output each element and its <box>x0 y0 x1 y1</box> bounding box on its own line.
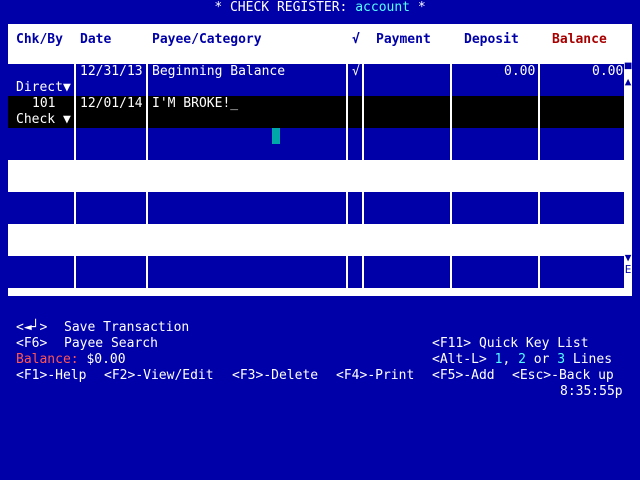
balance-display: Balance: $0.00 <box>16 352 126 368</box>
f2-view-edit-button[interactable]: <F2>-View/Edit <box>104 368 214 384</box>
row-date[interactable]: 12/01/14 <box>80 96 143 112</box>
register-scrollbar[interactable]: ▀ ▲ ▼ E <box>624 64 632 288</box>
quick-key-list[interactable]: <F11> Quick Key List <box>432 336 589 352</box>
row-date: 12/31/13 <box>80 64 143 79</box>
account-name: account <box>355 0 411 15</box>
f3-delete-button[interactable]: <F3>-Delete <box>232 368 318 384</box>
scroll-up-arrow-icon[interactable]: ▲ <box>624 76 632 88</box>
column-divider <box>362 26 364 288</box>
register-row-band <box>8 192 624 224</box>
line-count-key: <Alt-L> <box>432 352 487 367</box>
header-date: Date <box>80 32 112 47</box>
row-type-dropdown[interactable]: Check ▼ <box>16 112 71 128</box>
fkey-key: <F1> <box>16 368 48 383</box>
line-count-3[interactable]: 3 <box>557 352 565 367</box>
payee-search-key[interactable]: <F6> <box>16 336 47 352</box>
row-cleared-mark: √ <box>352 64 360 79</box>
register-row-band <box>8 256 624 288</box>
row-check-number[interactable]: 101 <box>32 96 55 112</box>
line-count-separator: or <box>525 352 558 367</box>
fkey-key: <F5> <box>432 368 464 383</box>
fkey-key: <Esc> <box>512 368 552 383</box>
line-count-2[interactable]: 2 <box>518 352 526 367</box>
esc-back-up-button[interactable]: <Esc>-Back up <box>512 368 614 384</box>
f5-add-button[interactable]: <F5>-Add <box>432 368 495 384</box>
text-cursor <box>272 128 280 144</box>
fkey-label: -Add <box>463 368 495 383</box>
column-divider <box>346 26 348 288</box>
header-cleared: √ <box>352 32 360 47</box>
fkey-label: -Delete <box>263 368 319 383</box>
line-count-separator: , <box>502 352 519 367</box>
row-type-dropdown[interactable]: Direct▼ <box>16 80 71 96</box>
f1-help-button[interactable]: <F1>-Help <box>16 368 86 384</box>
row-deposit: 0.00 <box>504 64 536 79</box>
header-deposit: Deposit <box>464 32 519 47</box>
line-count-option[interactable]: <Alt-L> 1, 2 or 3 Lines <box>432 352 612 368</box>
register-row-band <box>8 128 624 160</box>
function-key-bar: <F1>-Help <F2>-View/Edit <F3>-Delete <F4… <box>0 368 640 384</box>
fkey-label: -View/Edit <box>135 368 214 383</box>
column-divider <box>450 26 452 288</box>
balance-label: Balance: <box>16 352 79 367</box>
payee-input[interactable]: I'M BROKE!_ <box>152 96 238 112</box>
column-divider <box>538 26 540 288</box>
title-suffix: * <box>410 0 426 15</box>
fkey-key: <F4> <box>336 368 368 383</box>
fkey-label: -Print <box>367 368 415 383</box>
fkey-key: <F2> <box>104 368 136 383</box>
row-balance: 0.00 <box>592 64 624 79</box>
header-payee-category: Payee/Category <box>152 32 262 47</box>
fkey-label: -Help <box>47 368 87 383</box>
line-count-label: Lines <box>565 352 613 367</box>
title-prefix: * CHECK REGISTER: <box>214 0 356 15</box>
balance-value: $0.00 <box>78 352 126 367</box>
fkey-label: -Back up <box>551 368 614 383</box>
column-divider <box>74 26 76 288</box>
window-title: * CHECK REGISTER: account * <box>0 0 640 16</box>
clock: 8:35:55p <box>560 384 623 399</box>
column-divider <box>146 26 148 288</box>
scroll-end-marker[interactable]: E <box>624 264 632 276</box>
save-transaction-label[interactable]: Save Transaction <box>64 320 189 336</box>
f4-print-button[interactable]: <F4>-Print <box>336 368 414 384</box>
payee-search-label[interactable]: Payee Search <box>64 336 158 352</box>
row-payee: Beginning Balance <box>152 64 286 79</box>
header-payment: Payment <box>376 32 431 47</box>
header-chk-by: Chk/By <box>16 32 63 47</box>
fkey-key: <F3> <box>232 368 264 383</box>
header-divider <box>10 54 624 56</box>
header-balance: Balance <box>552 32 607 47</box>
save-transaction-key[interactable]: <◄┘> <box>16 320 47 336</box>
